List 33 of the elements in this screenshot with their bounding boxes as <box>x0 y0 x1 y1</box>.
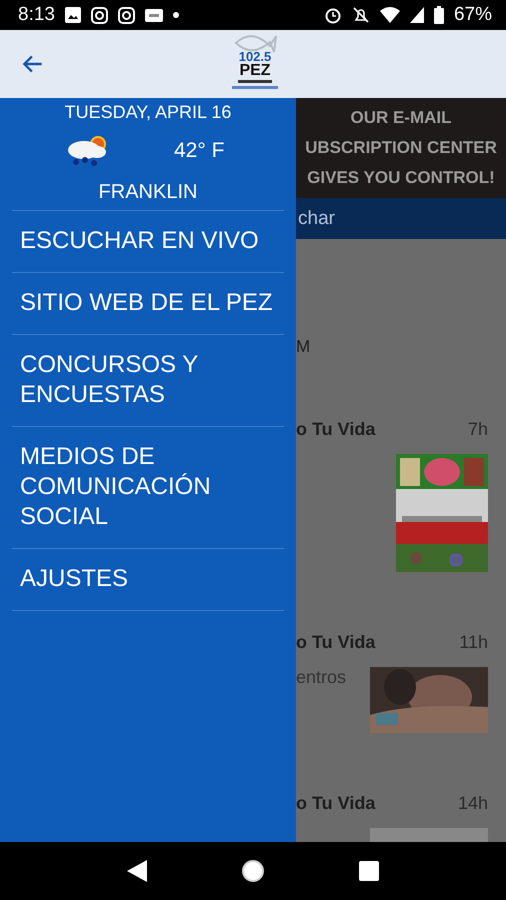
post-source: o Tu Vida <box>296 632 376 653</box>
city-name: FRANKLIN <box>98 181 198 205</box>
post-snippet: entros <box>296 667 346 689</box>
camera-icon <box>118 6 135 24</box>
drawer-item[interactable]: MEDIOS DE COMUNICACIÓN SOCIAL <box>12 427 284 549</box>
back-icon[interactable] <box>127 860 147 882</box>
signal-icon <box>410 7 424 23</box>
card-icon <box>144 8 163 22</box>
temperature: 42° F <box>174 139 224 163</box>
muted-bell-icon <box>352 6 370 24</box>
post-source: o Tu Vida <box>296 793 376 814</box>
dot-icon <box>172 12 179 18</box>
post-age: 14h <box>458 793 488 814</box>
drawer-item[interactable]: SITIO WEB DE EL PEZ <box>12 273 284 335</box>
post-age: 7h <box>468 419 488 440</box>
battery-level: 67% <box>454 4 492 26</box>
tab[interactable]: char <box>298 208 335 230</box>
post-text: M <box>296 337 312 357</box>
date-label: TUESDAY, APRIL 16 <box>64 102 232 123</box>
post-age: 11h <box>459 632 488 653</box>
battery-icon <box>434 6 444 24</box>
camera-icon <box>90 6 108 24</box>
drawer-item[interactable]: CONCURSOS Y ENCUESTAS <box>12 335 284 427</box>
post-source: o Tu Vida <box>296 419 376 440</box>
drawer-item[interactable]: AJUSTES <box>12 549 284 611</box>
banner-ad[interactable]: OUR E-MAIL UBSCRIPTION CENTER GIVES YOU CONTROL! <box>296 98 506 198</box>
station-logo: 102.5 PEZ <box>222 32 288 96</box>
wifi-icon <box>380 7 400 23</box>
image-icon <box>64 7 81 23</box>
clock: 8:13 <box>18 4 55 26</box>
drawer-item[interactable]: ESCUCHAR EN VIVO <box>12 211 284 273</box>
home-icon[interactable] <box>241 859 265 883</box>
alarm-icon <box>324 6 342 24</box>
